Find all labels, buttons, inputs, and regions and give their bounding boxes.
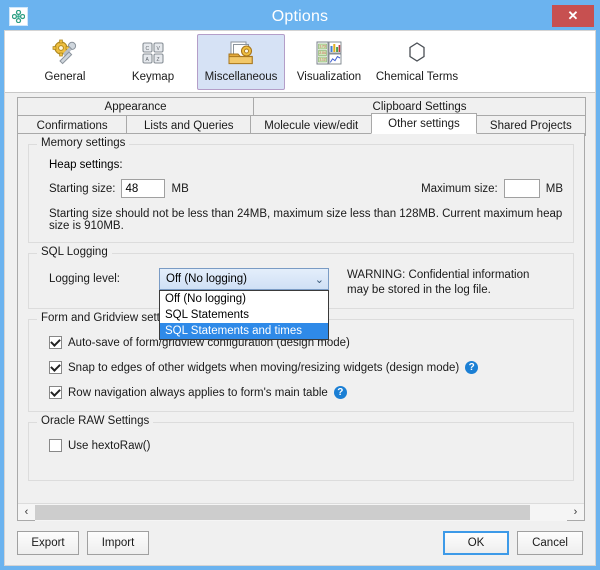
import-button[interactable]: Import xyxy=(87,531,149,555)
close-icon[interactable]: ✕ xyxy=(552,5,594,27)
help-icon[interactable]: ? xyxy=(465,361,478,374)
dropdown-option-off[interactable]: Off (No logging) xyxy=(160,291,328,307)
cancel-button[interactable]: Cancel xyxy=(517,531,583,555)
keyboard-icon: CV AZ xyxy=(138,38,168,68)
logging-level-dropdown[interactable]: Off (No logging) SQL Statements SQL Stat… xyxy=(159,290,329,340)
heap-settings-label: Heap settings: xyxy=(49,159,563,171)
client-area: General CV AZ xyxy=(4,30,596,566)
group-oracle-raw-settings: Oracle RAW Settings Use hextoRaw() xyxy=(28,422,574,481)
starting-size-input[interactable] xyxy=(121,179,165,198)
logging-level-value: Off (No logging) xyxy=(166,273,315,285)
charts-icon: 1.73 2.04 1.12 xyxy=(314,38,344,68)
logging-warning: WARNING: Confidential information may be… xyxy=(347,268,529,298)
tab-row-2: Confirmations Lists and Queries Molecule… xyxy=(17,115,585,133)
group-legend: Oracle RAW Settings xyxy=(37,415,153,427)
scroll-right-icon[interactable]: › xyxy=(567,504,584,521)
toolbar-label: Keymap xyxy=(132,71,174,83)
tab-strip: Appearance Clipboard Settings Confirmati… xyxy=(5,93,595,133)
toolbar-item-general[interactable]: General xyxy=(21,34,109,90)
logging-warning-line2: may be stored in the log file. xyxy=(347,283,529,298)
settings-panel-body: Memory settings Heap settings: Starting … xyxy=(18,134,584,503)
tab-other-settings[interactable]: Other settings xyxy=(371,113,476,134)
starting-size-unit: MB xyxy=(171,183,188,195)
horizontal-scrollbar[interactable]: ‹ › xyxy=(18,503,584,520)
group-legend: SQL Logging xyxy=(37,246,112,258)
toolbar-item-miscellaneous[interactable]: Miscellaneous xyxy=(197,34,285,90)
checkbox-label: Use hextoRaw() xyxy=(68,440,150,452)
maximum-size-unit: MB xyxy=(546,183,563,195)
tab-appearance[interactable]: Appearance xyxy=(17,97,254,115)
memory-hint: Starting size should not be less than 24… xyxy=(49,208,563,232)
checkbox-row-snap-to-edges[interactable]: Snap to edges of other widgets when movi… xyxy=(49,361,563,374)
folder-gear-icon xyxy=(226,38,256,68)
chevron-down-icon: ⌄ xyxy=(315,273,324,286)
group-memory-settings: Memory settings Heap settings: Starting … xyxy=(28,144,574,243)
scrollbar-thumb[interactable] xyxy=(35,505,530,520)
toolbar-label: Visualization xyxy=(297,71,361,83)
toolbar-label: Chemical Terms xyxy=(376,71,458,83)
ok-button[interactable]: OK xyxy=(443,531,509,555)
group-legend: Memory settings xyxy=(37,137,129,149)
logging-level-select[interactable]: Off (No logging) ⌄ xyxy=(159,268,329,290)
scroll-left-icon[interactable]: ‹ xyxy=(18,504,35,521)
checkbox-snap-to-edges[interactable] xyxy=(49,361,62,374)
dropdown-option-sql-statements-and-times[interactable]: SQL Statements and times xyxy=(160,323,328,339)
svg-text:1.73: 1.73 xyxy=(319,45,326,49)
checkbox-row-row-navigation[interactable]: Row navigation always applies to form's … xyxy=(49,386,563,399)
tab-row-1: Appearance Clipboard Settings xyxy=(17,97,585,115)
dropdown-option-sql-statements[interactable]: SQL Statements xyxy=(160,307,328,323)
svg-text:2.04: 2.04 xyxy=(319,51,326,55)
svg-text:Z: Z xyxy=(157,57,160,63)
svg-text:1.12: 1.12 xyxy=(319,58,326,62)
gear-wrench-icon xyxy=(50,38,80,68)
settings-panel: Memory settings Heap settings: Starting … xyxy=(17,133,585,521)
toolbar-item-visualization[interactable]: 1.73 2.04 1.12 Visualization xyxy=(285,34,373,90)
group-sql-logging: SQL Logging Logging level: Off (No loggi… xyxy=(28,253,574,309)
maximum-size-input[interactable] xyxy=(504,179,540,198)
logging-warning-line1: WARNING: Confidential information xyxy=(347,268,529,283)
window-title: Options xyxy=(4,8,596,26)
help-icon[interactable]: ? xyxy=(334,386,347,399)
toolbar-label: General xyxy=(45,71,86,83)
molecule-icon xyxy=(9,7,28,26)
toolbar-item-chemical-terms[interactable]: Chemical Terms xyxy=(373,34,461,90)
dialog-button-bar: Export Import OK Cancel xyxy=(5,521,595,565)
svg-text:C: C xyxy=(146,46,150,52)
scrollbar-track[interactable] xyxy=(35,504,567,521)
logging-level-label: Logging level: xyxy=(49,268,159,290)
category-toolbar: General CV AZ xyxy=(5,31,595,93)
checkbox-use-hextoraw[interactable] xyxy=(49,439,62,452)
toolbar-item-keymap[interactable]: CV AZ Keymap xyxy=(109,34,197,90)
checkbox-label: Row navigation always applies to form's … xyxy=(68,387,328,399)
checkbox-row-navigation[interactable] xyxy=(49,386,62,399)
benzene-ring-icon xyxy=(402,38,432,68)
checkbox-row-use-hextoraw[interactable]: Use hextoRaw() xyxy=(49,439,563,452)
export-button[interactable]: Export xyxy=(17,531,79,555)
maximum-size-label: Maximum size: xyxy=(421,183,498,195)
title-bar: Options ✕ xyxy=(4,4,596,30)
checkbox-autosave[interactable] xyxy=(49,336,62,349)
toolbar-label: Miscellaneous xyxy=(205,71,278,83)
starting-size-label: Starting size: xyxy=(49,183,115,195)
checkbox-label: Snap to edges of other widgets when movi… xyxy=(68,362,459,374)
options-window: Options ✕ xyxy=(0,0,600,570)
